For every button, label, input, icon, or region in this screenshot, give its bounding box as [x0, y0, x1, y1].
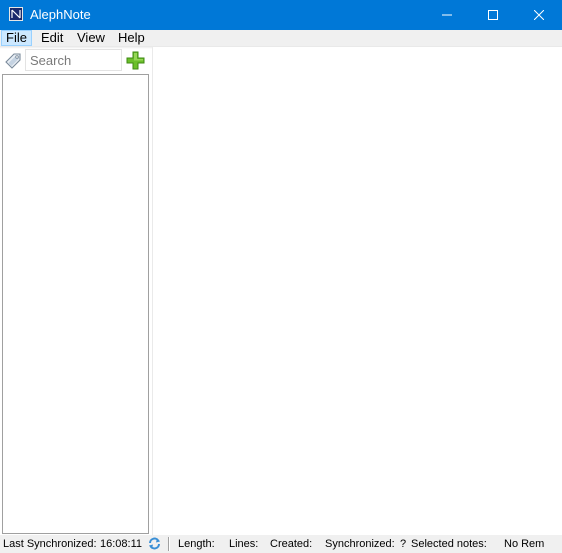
window-title: AlephNote — [30, 7, 91, 22]
last-sync-label: Last Synchronized: — [3, 538, 97, 550]
synchronized-label: Synchronized: — [325, 538, 395, 550]
menu-file[interactable]: File — [1, 30, 32, 46]
selected-notes-label: Selected notes: — [411, 538, 487, 550]
length-label: Length: — [178, 538, 215, 550]
menu-edit[interactable]: Edit — [37, 30, 67, 46]
minimize-icon — [442, 14, 452, 16]
remote-label: No Rem — [504, 538, 545, 550]
tag-icon[interactable] — [4, 52, 22, 70]
created-label: Created: — [270, 538, 313, 550]
sync-icon[interactable] — [147, 536, 162, 551]
app-icon — [9, 7, 23, 21]
maximize-button[interactable] — [470, 0, 516, 30]
menu-view[interactable]: View — [73, 30, 109, 46]
status-bar: Last Synchronized: 16:08:11 Length: Line… — [0, 535, 562, 553]
menu-bar: File Edit View Help — [0, 30, 562, 47]
status-separator — [168, 537, 170, 551]
lines-label: Lines: — [229, 538, 259, 550]
close-icon — [534, 10, 544, 20]
close-button[interactable] — [516, 0, 562, 30]
add-note-icon[interactable] — [126, 51, 145, 70]
note-editor[interactable] — [153, 47, 562, 535]
synchronized-value: ? — [400, 538, 407, 550]
minimize-button[interactable] — [424, 0, 470, 30]
title-bar: AlephNote — [0, 0, 562, 30]
maximize-icon — [488, 10, 498, 20]
notes-list[interactable] — [2, 74, 149, 534]
menu-help[interactable]: Help — [114, 30, 149, 46]
last-sync-time: 16:08:11 — [100, 538, 143, 550]
search-input[interactable] — [25, 49, 122, 71]
